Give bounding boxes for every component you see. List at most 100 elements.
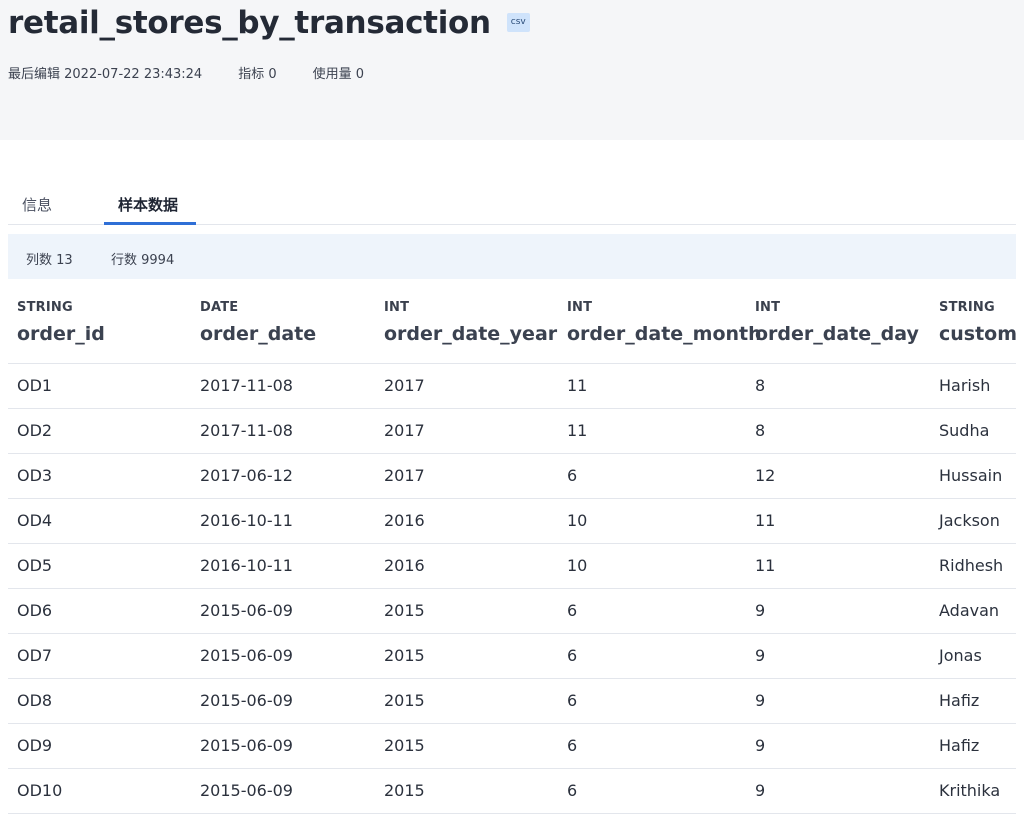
column-type: DATE <box>200 300 239 315</box>
column-header-customer-name[interactable]: STRING customer_name <box>939 298 1016 364</box>
table-cell-order-date-month: 11 <box>567 376 588 395</box>
table-row: OD6 2015-06-09 2015 6 9 Adavan <box>8 589 1016 634</box>
table-cell-order-date-day: 12 <box>755 466 776 485</box>
table-cell-order-date-day: 9 <box>755 601 766 620</box>
table-cell-order-date-month: 11 <box>567 421 588 440</box>
table-row: OD7 2015-06-09 2015 6 9 Jonas <box>8 634 1016 679</box>
table-cell-order-id: OD5 <box>17 556 53 575</box>
column-count: 列数 13 <box>26 253 73 268</box>
table-cell-order-date-month: 6 <box>567 781 578 800</box>
column-name: order_date_month <box>567 323 762 345</box>
table-cell-order-date-year: 2017 <box>384 466 425 485</box>
column-type: INT <box>755 300 781 315</box>
active-tab-indicator <box>104 222 196 225</box>
title-row: retail_stores_by_transaction csv <box>8 2 530 44</box>
table-row: OD2 2017-11-08 2017 11 8 Sudha <box>8 409 1016 454</box>
column-name: customer_name <box>939 323 1016 345</box>
table-cell-customer-name: Sudha <box>939 421 990 440</box>
table-cell-order-date: 2015-06-09 <box>200 736 293 755</box>
table-row: OD3 2017-06-12 2017 6 12 Hussain <box>8 454 1016 499</box>
page-title: retail_stores_by_transaction <box>8 5 491 41</box>
column-type: STRING <box>939 300 995 315</box>
tab-info[interactable]: 信息 <box>22 194 52 215</box>
table-cell-order-date: 2015-06-09 <box>200 601 293 620</box>
column-header-order-date[interactable]: DATE order_date <box>200 298 316 364</box>
table-cell-order-date-month: 6 <box>567 736 578 755</box>
table-cell-order-date: 2015-06-09 <box>200 781 293 800</box>
column-name: order_date_day <box>755 323 919 345</box>
table-cell-order-date-year: 2017 <box>384 376 425 395</box>
table-cell-order-id: OD4 <box>17 511 53 530</box>
table-cell-order-id: OD8 <box>17 691 53 710</box>
column-name: order_date_year <box>384 323 558 345</box>
table-cell-customer-name: Hafiz <box>939 691 980 710</box>
file-type-badge: csv <box>506 12 530 32</box>
table-row: OD1 2017-11-08 2017 11 8 Harish <box>8 364 1016 409</box>
table-cell-order-date-month: 6 <box>567 601 578 620</box>
table-cell-customer-name: Hussain <box>939 466 1003 485</box>
table-cell-order-id: OD3 <box>17 466 53 485</box>
table-stats-bar: 列数 13 行数 9994 <box>8 234 1016 279</box>
column-header-order-date-year[interactable]: INT order_date_year <box>384 298 557 364</box>
table-cell-customer-name: Jackson <box>939 511 1000 530</box>
column-name: order_date <box>200 323 317 345</box>
table-cell-customer-name: Jonas <box>939 646 982 665</box>
table-cell-order-date-day: 9 <box>755 736 766 755</box>
table-cell-order-id: OD6 <box>17 601 53 620</box>
table-row: OD8 2015-06-09 2015 6 9 Hafiz <box>8 679 1016 724</box>
column-header-order-date-month[interactable]: INT order_date_month <box>567 298 762 364</box>
table-cell-order-date-month: 10 <box>567 511 588 530</box>
table-cell-order-date-day: 9 <box>755 691 766 710</box>
table-cell-order-date-year: 2016 <box>384 511 425 530</box>
metric-count: 指标 0 <box>238 67 277 82</box>
table-cell-order-id: OD2 <box>17 421 53 440</box>
column-type: STRING <box>17 300 73 315</box>
table-cell-order-date: 2017-11-08 <box>200 421 293 440</box>
table-cell-order-date-month: 6 <box>567 466 578 485</box>
table-cell-customer-name: Harish <box>939 376 991 395</box>
table-cell-order-date-day: 8 <box>755 376 766 395</box>
table-cell-order-date-day: 8 <box>755 421 766 440</box>
table-cell-order-id: OD9 <box>17 736 53 755</box>
table-cell-order-date-day: 9 <box>755 781 766 800</box>
table-cell-order-date: 2015-06-09 <box>200 646 293 665</box>
table-cell-order-date-year: 2015 <box>384 736 425 755</box>
table-cell-order-id: OD1 <box>17 376 53 395</box>
table-cell-order-date-month: 6 <box>567 691 578 710</box>
table-cell-order-date-month: 6 <box>567 646 578 665</box>
table-row: OD9 2015-06-09 2015 6 9 Hafiz <box>8 724 1016 769</box>
table-cell-order-date: 2017-06-12 <box>200 466 293 485</box>
tab-sample-data[interactable]: 样本数据 <box>118 194 178 215</box>
table-cell-order-date-day: 11 <box>755 556 776 575</box>
table-cell-customer-name: Krithika <box>939 781 1001 800</box>
dataset-header: retail_stores_by_transaction csv 最后编辑 20… <box>0 0 1024 140</box>
table-cell-order-date: 2016-10-11 <box>200 511 293 530</box>
column-type: INT <box>567 300 593 315</box>
column-header-order-date-day[interactable]: INT order_date_day <box>755 298 919 364</box>
table-cell-order-date-year: 2015 <box>384 781 425 800</box>
table-cell-order-date-day: 9 <box>755 646 766 665</box>
column-name: order_id <box>17 323 105 345</box>
table-row: OD10 2015-06-09 2015 6 9 Krithika <box>8 769 1016 814</box>
sample-data-table: STRING order_id DATE order_date INT order_dat… <box>8 298 1016 819</box>
row-count: 行数 9994 <box>111 253 175 268</box>
last-edited: 最后编辑 2022-07-22 23:43:24 <box>8 67 203 82</box>
table-row: OD5 2016-10-11 2016 10 11 Ridhesh <box>8 544 1016 589</box>
column-type: INT <box>384 300 410 315</box>
table-cell-order-date: 2015-06-09 <box>200 691 293 710</box>
table-cell-customer-name: Adavan <box>939 601 1000 620</box>
column-header-order-id[interactable]: STRING order_id <box>17 298 105 364</box>
usage-count: 使用量 0 <box>312 67 365 82</box>
table-cell-order-date-year: 2016 <box>384 556 425 575</box>
table-cell-order-date: 2016-10-11 <box>200 556 293 575</box>
table-row: OD4 2016-10-11 2016 10 11 Jackson <box>8 499 1016 544</box>
tab-bar: 信息 样本数据 <box>8 186 1016 225</box>
table-cell-order-date-year: 2017 <box>384 421 425 440</box>
table-cell-customer-name: Hafiz <box>939 736 980 755</box>
table-cell-order-date: 2017-11-08 <box>200 376 293 395</box>
table-cell-customer-name: Ridhesh <box>939 556 1004 575</box>
table-cell-order-id: OD10 <box>17 781 63 800</box>
dataset-meta: 最后编辑 2022-07-22 23:43:24 指标 0 使用量 0 <box>8 63 400 82</box>
table-cell-order-id: OD7 <box>17 646 53 665</box>
table-cell-order-date-day: 11 <box>755 511 776 530</box>
